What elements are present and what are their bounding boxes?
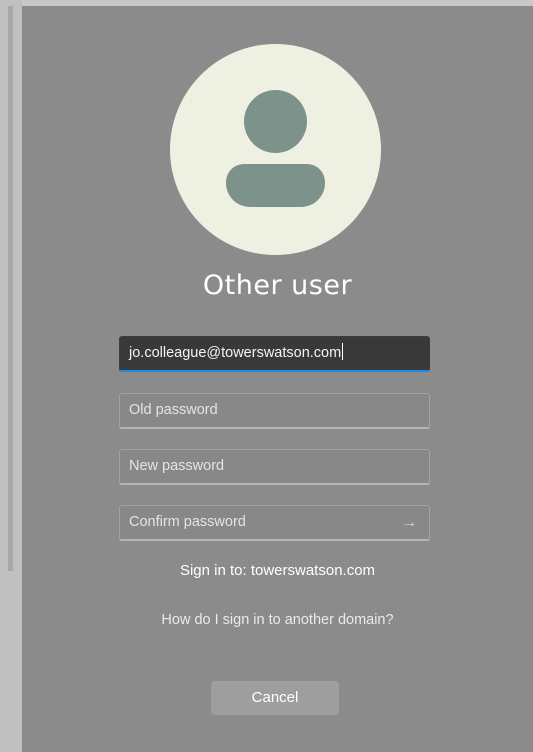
- text-caret: [342, 343, 344, 360]
- user-avatar-icon: [170, 44, 381, 255]
- other-user-sign-in-panel: Other user jo.colleague@towerswatson.com…: [22, 6, 533, 752]
- username-input[interactable]: jo.colleague@towerswatson.com: [119, 336, 430, 372]
- arrow-right-icon[interactable]: →: [401, 506, 417, 539]
- username-value: jo.colleague@towerswatson.com: [129, 345, 342, 361]
- old-password-input[interactable]: Old password: [119, 393, 430, 429]
- avatar-head: [244, 90, 307, 153]
- cancel-button[interactable]: Cancel: [211, 681, 339, 715]
- sign-in-domain-text: Sign in to: towerswatson.com: [179, 562, 376, 579]
- avatar-body: [226, 164, 325, 207]
- other-domain-help-link[interactable]: How do I sign in to another domain?: [22, 612, 533, 628]
- old-password-placeholder: Old password: [129, 402, 218, 418]
- confirm-password-input[interactable]: Confirm password →: [119, 505, 430, 541]
- background-left: [0, 0, 22, 752]
- background-edge: [8, 6, 13, 571]
- new-password-placeholder: New password: [129, 458, 225, 474]
- confirm-password-placeholder: Confirm password: [129, 514, 246, 530]
- page-title: Other user: [202, 270, 353, 301]
- new-password-input[interactable]: New password: [119, 449, 430, 485]
